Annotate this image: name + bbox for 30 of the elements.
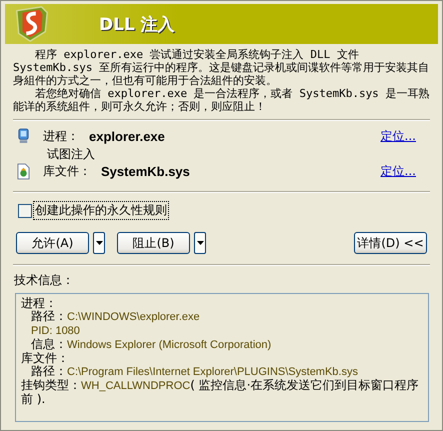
locate-link[interactable]: 定位... — [380, 128, 416, 145]
details-button[interactable]: 详情(D) << — [354, 232, 427, 254]
info-line: PID: 1080 — [30, 324, 81, 338]
field-value: SystemKb.sys — [101, 164, 191, 179]
description-text: 程序 explorer.exe 尝试通过安装全局系统钩子注入 DLL 文件 SystemKb.sys 至所有运行中的程序。这是键盘记录机或间谍软件等常用于安装其自身組件的方式之一，但也有可能用于合法組件的安装。 — [13, 48, 430, 87]
section-title: 技术信息： — [13, 272, 75, 289]
caret-icon — [196, 241, 204, 245]
checkbox[interactable] — [18, 204, 32, 218]
status-text: 试图注入 — [46, 146, 96, 162]
info-line: 路径：C:\Program Files\Internet Explorer\PLUGINS\SystemKb.sys — [30, 365, 359, 378]
info-line: 进程： — [21, 297, 58, 310]
action-button[interactable]: 允许(A) — [16, 232, 89, 254]
info-line: 挂钩类型：WH_CALLWNDPROC( 监控信息·在系统发送它们到目标窗口程序前 ). — [21, 379, 420, 406]
description-text: 若您绝对确信 explorer.exe 是一合法程序，或者 SystemKb.sys 是一耳熟能详的系统組件，则可永久允许；否则，则应阻止！ — [13, 87, 430, 113]
action-button[interactable]: 阻止(B) — [117, 232, 190, 254]
caret-icon — [96, 241, 102, 245]
computer-icon — [17, 128, 30, 145]
info-line: 信息：Windows Explorer (Microsoft Corporation) — [30, 338, 272, 352]
field-label: 进程： — [43, 128, 79, 145]
field-label: 库文件： — [43, 163, 91, 180]
shield-logo-icon — [13, 5, 51, 43]
info-line: 路径：C:\WINDOWS\explorer.exe — [30, 310, 201, 324]
locate-link[interactable]: 定位... — [380, 163, 416, 180]
info-line: 库文件： — [21, 352, 70, 365]
dropdown-button[interactable] — [194, 232, 206, 254]
field-value: explorer.exe — [89, 129, 166, 144]
file-icon — [17, 163, 30, 180]
dropdown-button[interactable] — [93, 232, 105, 254]
window-title: DLL 注入 — [99, 14, 175, 36]
checkbox-label[interactable]: 创建此操作的永久性规则 — [33, 201, 169, 220]
